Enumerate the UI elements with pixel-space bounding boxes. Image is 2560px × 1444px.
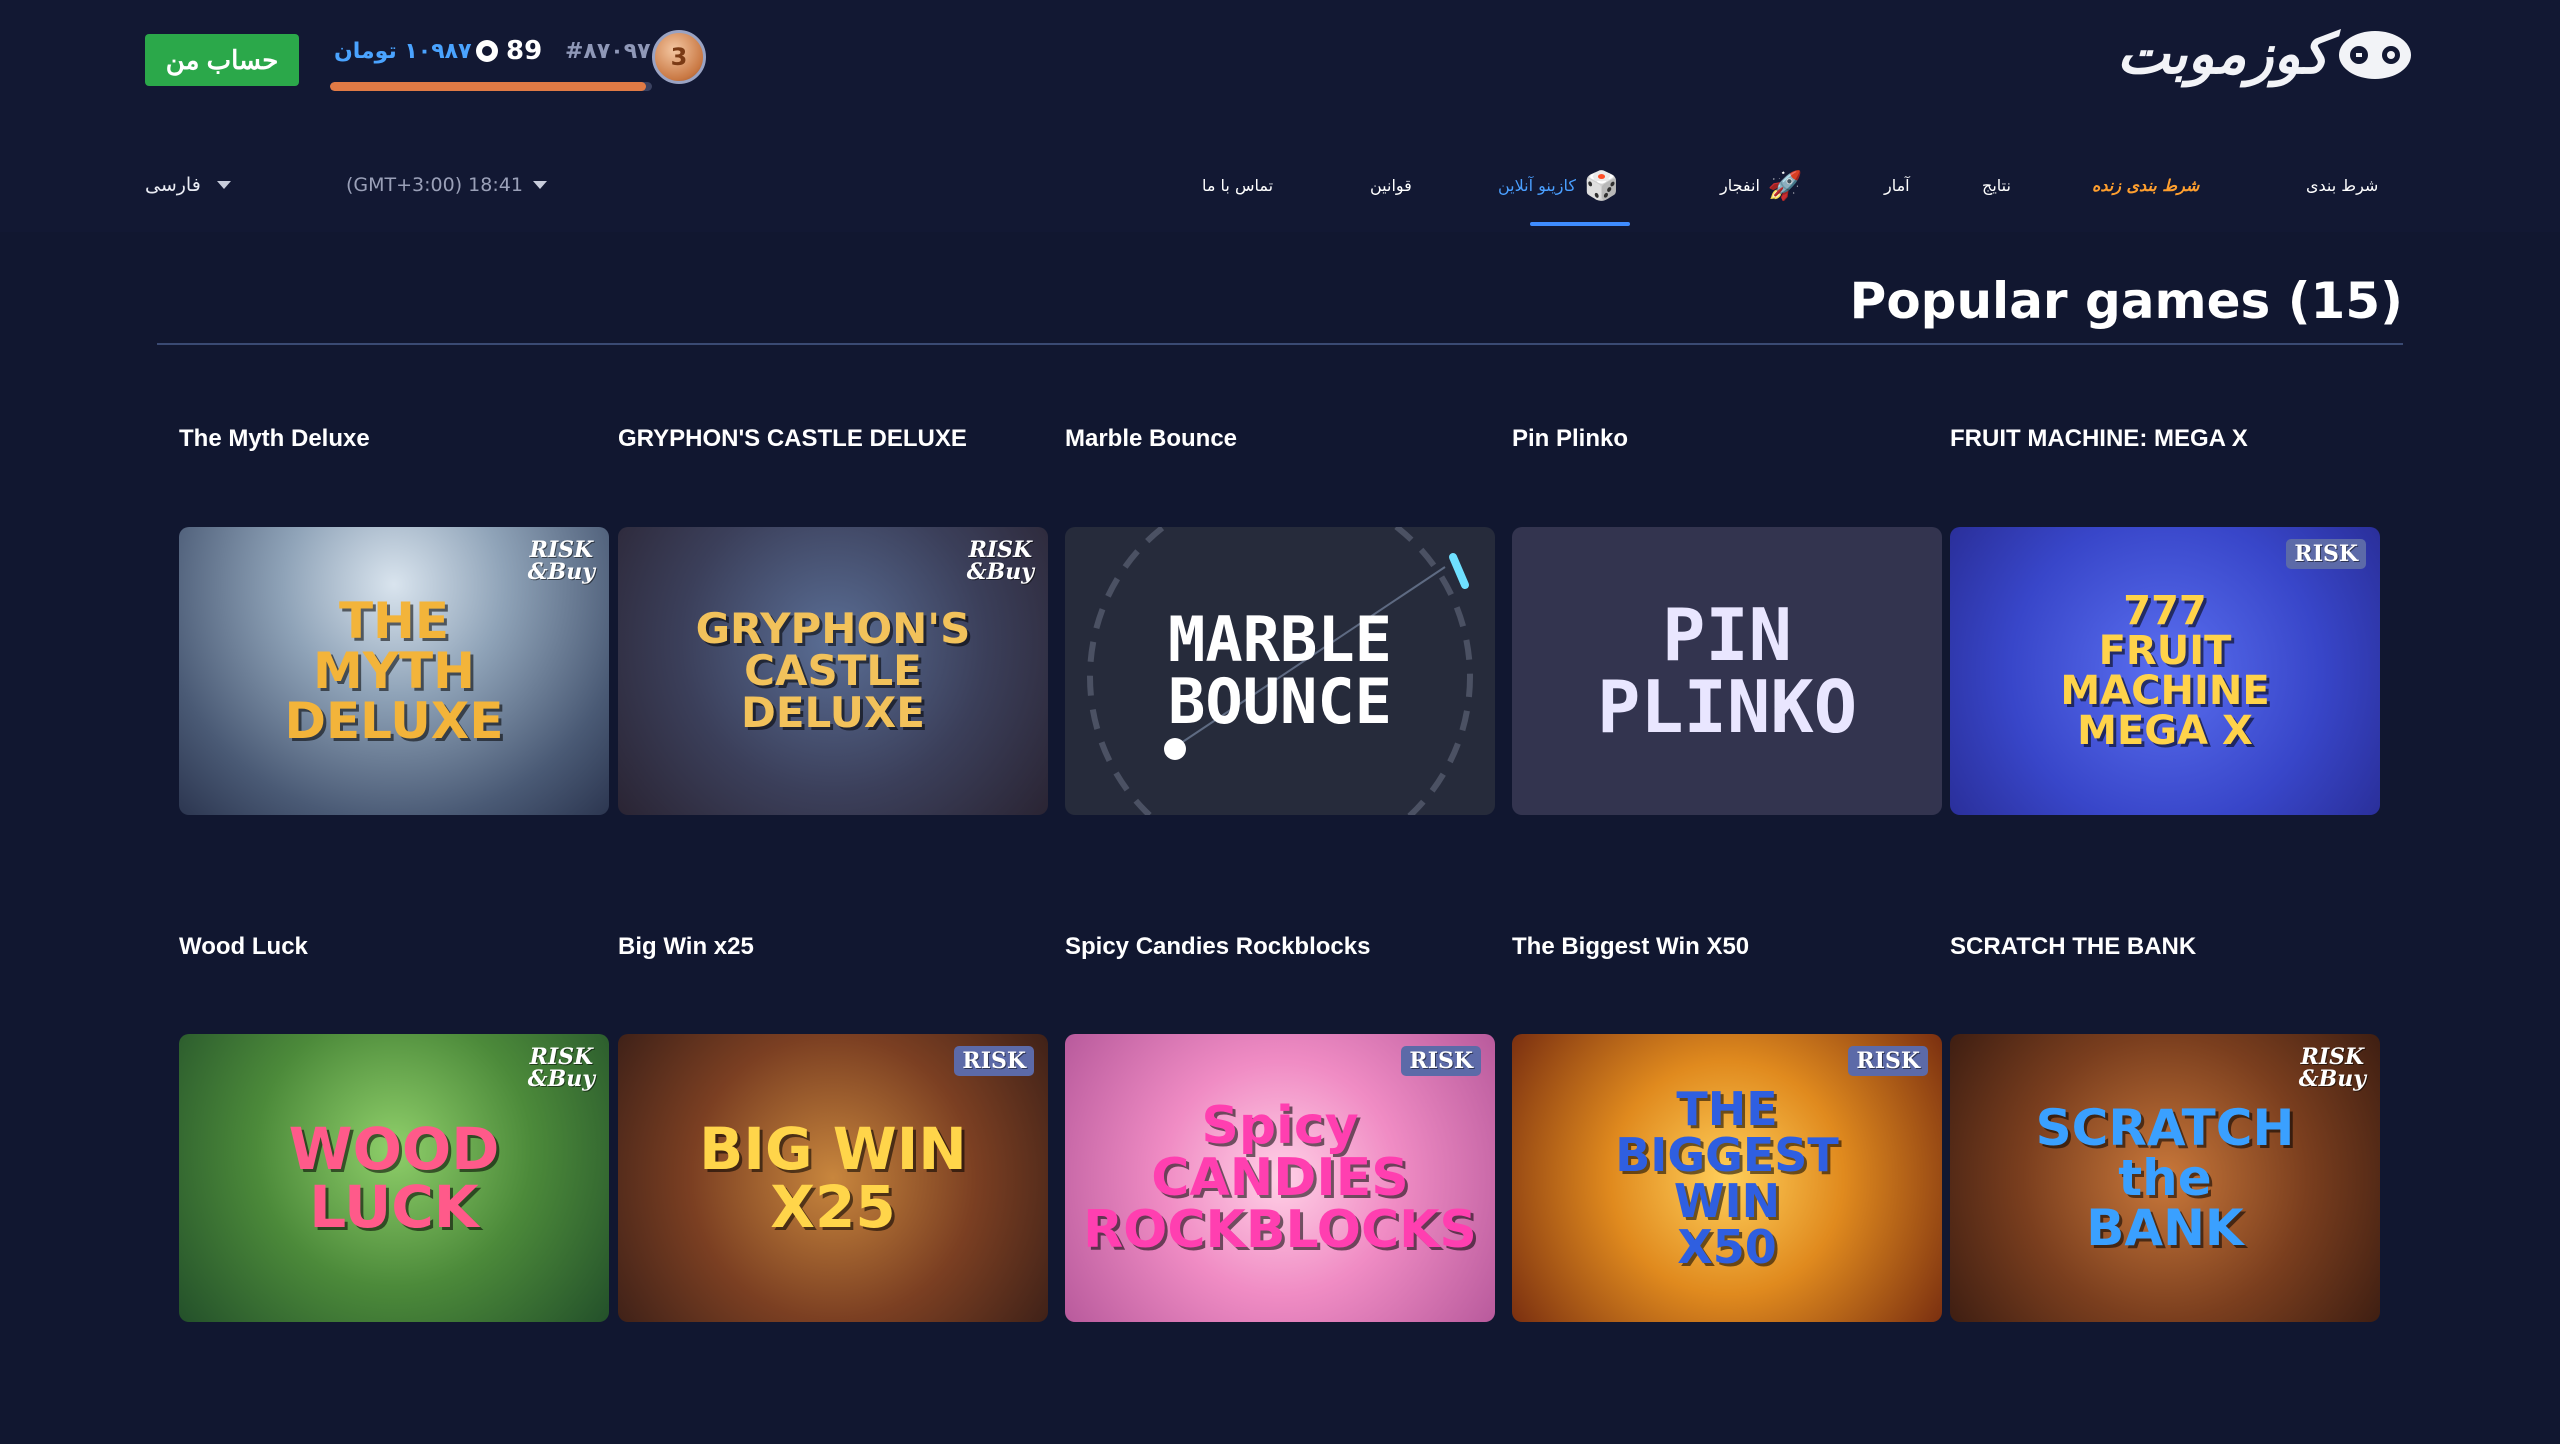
section-divider xyxy=(157,343,2403,345)
game-tile-the-myth-deluxe[interactable]: THE MYTH DELUXE RISK &Buy xyxy=(179,527,609,815)
game-tile-big-win-x25[interactable]: BIG WIN x25 RISK xyxy=(618,1034,1048,1322)
coins-display: 89 xyxy=(476,34,542,68)
my-account-button[interactable]: حساب من xyxy=(145,34,299,86)
risk-badge: RISK xyxy=(954,1046,1034,1076)
game-name[interactable]: The Biggest Win X50 xyxy=(1512,933,1749,961)
chevron-down-icon xyxy=(216,181,231,189)
game-name[interactable]: The Myth Deluxe xyxy=(179,425,370,453)
language-selector[interactable]: فارسی xyxy=(145,168,231,202)
risk-buy-badge: RISK &Buy xyxy=(527,1044,595,1092)
game-art-title: GRYPHON'S CASTLE DELUXE xyxy=(695,604,971,737)
game-name[interactable]: Marble Bounce xyxy=(1065,425,1237,453)
game-tile-spicy-candies-rockblocks[interactable]: Spicy CANDIES ROCKBLOCKS RISK xyxy=(1065,1034,1495,1322)
game-art-title: WOOD LUCK xyxy=(288,1115,500,1241)
risk-buy-badge: RISK &Buy xyxy=(527,537,595,585)
game-tile-gryphons-castle-deluxe[interactable]: GRYPHON'S CASTLE DELUXE RISK &Buy xyxy=(618,527,1048,815)
game-name[interactable]: Big Win x25 xyxy=(618,933,754,961)
game-tile-scratch-the-bank[interactable]: SCRATCH the BANK RISK &Buy xyxy=(1950,1034,2380,1322)
level-progress-bar xyxy=(330,82,652,91)
game-name[interactable]: Pin Plinko xyxy=(1512,425,1628,453)
game-art-title: Spicy CANDIES ROCKBLOCKS xyxy=(1083,1096,1477,1260)
timezone-value: (GMT+3:00) 18:41 xyxy=(346,174,523,196)
nav-rules[interactable]: قوانین xyxy=(1370,160,1412,210)
game-art-title: MARBLE BOUNCE xyxy=(1168,603,1392,738)
game-tile-fruit-machine-mega-x[interactable]: 777 FRUIT MACHINE MEGA X RISK xyxy=(1950,527,2380,815)
game-tile-marble-bounce[interactable]: MARBLE BOUNCE xyxy=(1065,527,1495,815)
balance-display: ۱۰۹۸۷ تومان xyxy=(334,38,472,64)
active-tab-indicator xyxy=(1530,222,1630,226)
risk-badge: RISK xyxy=(1848,1046,1928,1076)
level-progress-fill xyxy=(330,82,646,91)
game-tile-pin-plinko[interactable]: PIN PLINKO xyxy=(1512,527,1942,815)
coin-icon xyxy=(476,40,498,62)
language-value: فارسی xyxy=(145,174,201,196)
nav-results[interactable]: نتایج xyxy=(1982,160,2011,210)
nav-live-betting[interactable]: شرط بندی زنده xyxy=(2092,160,2199,210)
nav-betting[interactable]: شرط بندی xyxy=(2306,160,2378,210)
timezone-selector[interactable]: (GMT+3:00) 18:41 xyxy=(346,168,547,202)
nav-contact-us[interactable]: تماس با ما xyxy=(1202,160,1273,210)
section-title: Popular games (15) xyxy=(1849,272,2403,330)
risk-buy-badge: RISK &Buy xyxy=(966,537,1034,585)
nav-online-casino[interactable]: 🎲 کازینو آنلاین xyxy=(1498,160,1619,210)
risk-badge: RISK xyxy=(2286,539,2366,569)
dice-icon: 🎲 xyxy=(1583,168,1619,202)
game-name[interactable]: Spicy Candies Rockblocks xyxy=(1065,933,1370,961)
game-art-title: BIG WIN x25 xyxy=(699,1115,967,1241)
game-art-title: THE MYTH DELUXE xyxy=(284,592,504,750)
top-header: حساب من ۱۰۹۸۷ تومان 89 #۸۷۰۹۷ 3 کوزموبت … xyxy=(0,0,2560,232)
site-logo[interactable]: کوزموبت xyxy=(2090,20,2415,90)
game-art-title: PIN PLINKO xyxy=(1596,593,1858,749)
user-id: #۸۷۰۹۷ xyxy=(565,38,651,64)
coins-value: 89 xyxy=(506,36,543,66)
game-name[interactable]: FRUIT MACHINE: MEGA X xyxy=(1950,425,2248,453)
game-art-title: THE BIGGEST WIN X50 xyxy=(1615,1082,1839,1274)
game-name[interactable]: Wood Luck xyxy=(179,933,308,961)
game-name[interactable]: SCRATCH THE BANK xyxy=(1950,933,2196,961)
risk-buy-badge: RISK &Buy xyxy=(2298,1044,2366,1092)
game-art-title: SCRATCH the BANK xyxy=(2035,1099,2295,1257)
nav-crash[interactable]: 🚀 انفجار xyxy=(1720,160,1803,210)
logo-text: کوزموبت xyxy=(2116,22,2329,87)
nav-stats[interactable]: آمار xyxy=(1884,160,1910,210)
game-name[interactable]: GRYPHON'S CASTLE DELUXE xyxy=(618,425,967,453)
chevron-down-icon xyxy=(532,181,547,189)
risk-badge: RISK xyxy=(1401,1046,1481,1076)
game-tile-the-biggest-win-x50[interactable]: THE BIGGEST WIN X50 RISK xyxy=(1512,1034,1942,1322)
rocket-icon: 🚀 xyxy=(1767,168,1803,202)
game-tile-wood-luck[interactable]: WOOD LUCK RISK &Buy xyxy=(179,1034,609,1322)
logo-gamepad-icon xyxy=(2339,31,2411,79)
level-badge[interactable]: 3 xyxy=(652,30,706,84)
game-art-title: 777 FRUIT MACHINE MEGA X xyxy=(2060,588,2270,754)
